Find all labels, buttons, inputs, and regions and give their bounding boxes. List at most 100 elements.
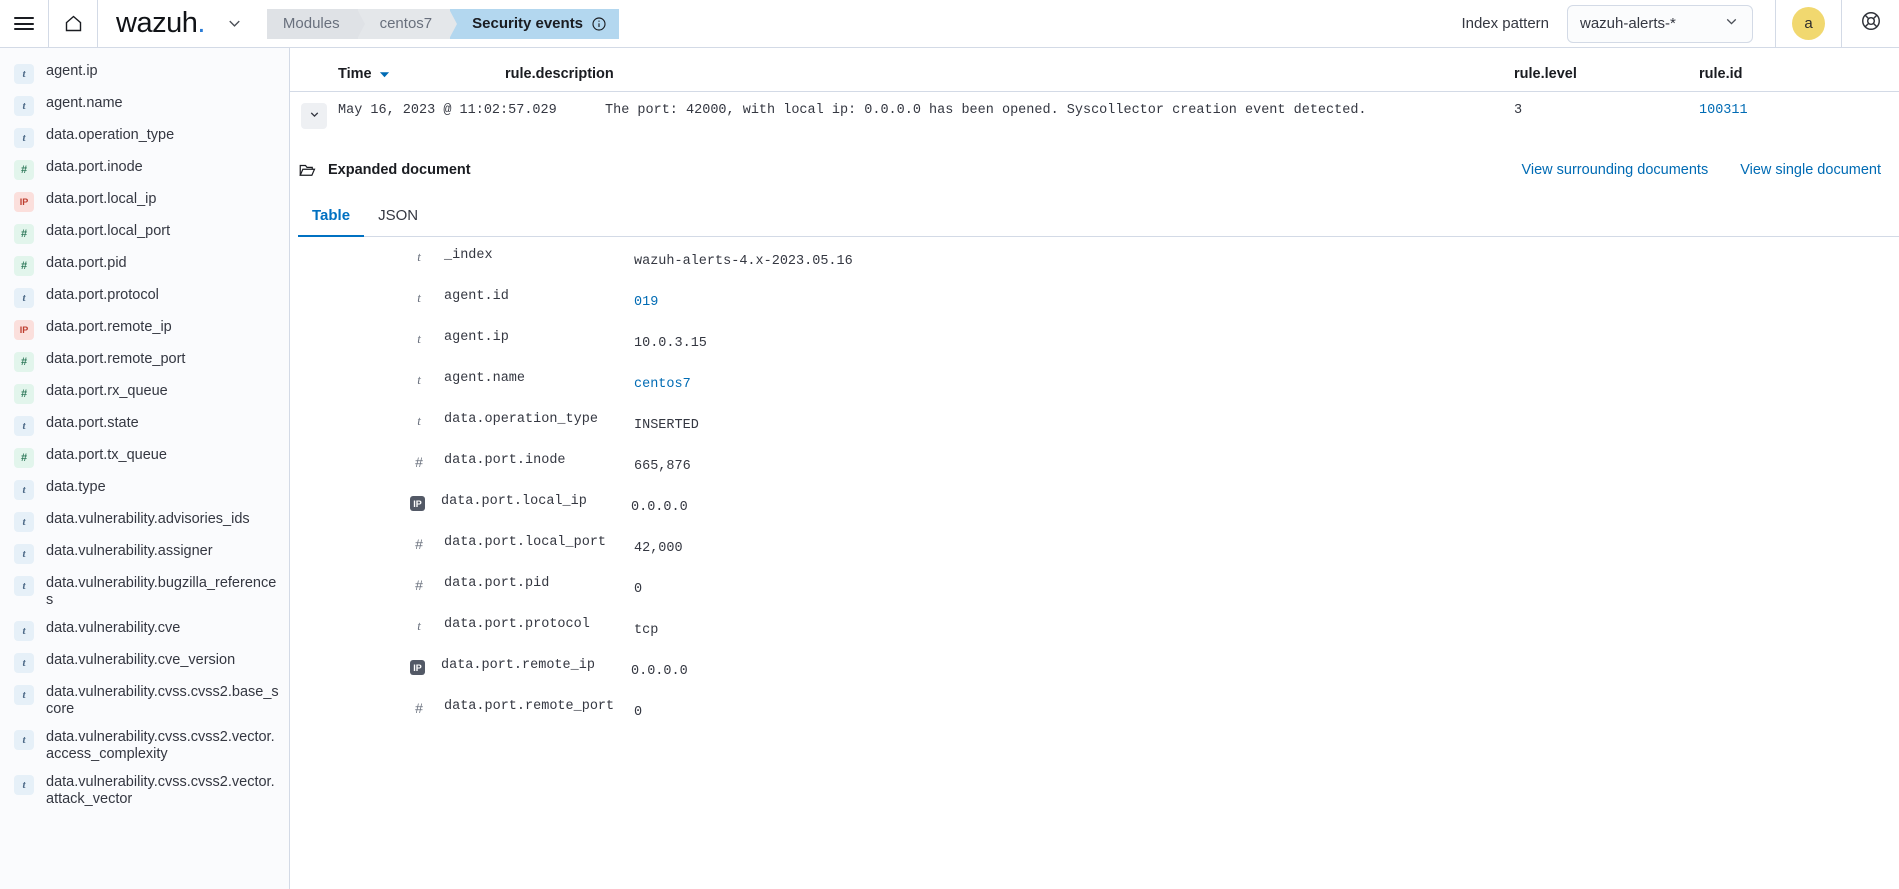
help-button[interactable] <box>1841 0 1899 47</box>
sidebar-field-agent-ip[interactable]: t agent.ip <box>0 57 289 89</box>
document-field-value[interactable]: 019 <box>634 286 658 310</box>
sidebar-field-data-port-protocol[interactable]: t data.port.protocol <box>0 281 289 313</box>
field-type-t-icon: t <box>14 63 34 84</box>
cell-rule-level: 3 <box>1514 103 1523 118</box>
info-circle-icon[interactable] <box>591 16 607 32</box>
sidebar-field-data-vulnerability-cve[interactable]: t data.vulnerability.cve <box>0 614 289 646</box>
breadcrumb-item-centos7[interactable]: centos7 <box>357 8 457 39</box>
sidebar-field-data-vulnerability-cve-version[interactable]: t data.vulnerability.cve_version <box>0 646 289 678</box>
sidebar-field-label: agent.ip <box>46 62 98 79</box>
sidebar-field-data-port-tx-queue[interactable]: # data.port.tx_queue <box>0 441 289 473</box>
sidebar-field-data-vulnerability-assigner[interactable]: t data.vulnerability.assigner <box>0 537 289 569</box>
document-field-key: data.port.local_port <box>444 535 607 550</box>
avatar-initial: a <box>1804 15 1813 32</box>
sidebar-field-label: data.port.state <box>46 414 139 431</box>
field-type-t-icon: t <box>14 95 34 116</box>
breadcrumb: Modules centos7 Security events <box>266 8 620 39</box>
breadcrumb-item-modules[interactable]: Modules <box>266 8 365 39</box>
document-field-row: t data.port.protocol tcp <box>290 614 1899 655</box>
field-list-sidebar[interactable]: t agent.ip t agent.name t data.operation_type… <box>0 48 290 889</box>
sidebar-field-data-vulnerability-cvss-cvss2-vector-attack-vector[interactable]: t data.vulnerability.cvss.cvss2.vector.at… <box>0 768 289 813</box>
document-field-key: _index <box>444 248 493 263</box>
field-type-t-icon: t <box>417 618 421 633</box>
field-type-t-icon: t <box>417 372 421 387</box>
field-type-t-icon: t <box>14 620 34 641</box>
sidebar-field-data-port-remote-ip[interactable]: IP data.port.remote_ip <box>0 313 289 345</box>
sidebar-field-label: data.port.inode <box>46 158 143 175</box>
sidebar-field-label: data.port.rx_queue <box>46 382 168 399</box>
index-pattern-value: wazuh-alerts-* <box>1580 15 1676 32</box>
index-pattern-label: Index pattern <box>1461 15 1549 32</box>
breadcrumb-label: centos7 <box>379 15 433 32</box>
cell-time: May 16, 2023 @ 11:02:57.029 <box>338 103 557 118</box>
menu-button[interactable] <box>0 0 48 47</box>
sidebar-field-data-port-rx-queue[interactable]: # data.port.rx_queue <box>0 377 289 409</box>
field-type-t-icon: t <box>14 511 34 532</box>
sidebar-field-data-port-local-port[interactable]: # data.port.local_port <box>0 217 289 249</box>
document-field-key: agent.id <box>444 289 509 304</box>
document-field-row: t agent.ip 10.0.3.15 <box>290 327 1899 368</box>
sidebar-field-data-port-state[interactable]: t data.port.state <box>0 409 289 441</box>
sidebar-field-data-port-inode[interactable]: # data.port.inode <box>0 153 289 185</box>
lifebuoy-icon <box>1860 10 1882 37</box>
sidebar-field-data-port-pid[interactable]: # data.port.pid <box>0 249 289 281</box>
cell-rule-id[interactable]: 100311 <box>1699 101 1899 129</box>
field-type-n-icon: # <box>415 577 423 593</box>
sidebar-field-data-vulnerability-cvss-cvss2-base-score[interactable]: t data.vulnerability.cvss.cvss2.base_scor… <box>0 678 289 723</box>
view-surrounding-documents-link[interactable]: View surrounding documents <box>1521 162 1708 178</box>
document-field-value[interactable]: centos7 <box>634 368 691 392</box>
field-type-n-icon: # <box>14 447 34 468</box>
sidebar-field-data-operation-type[interactable]: t data.operation_type <box>0 121 289 153</box>
collapse-row-button[interactable] <box>301 103 327 129</box>
document-field-row: # data.port.pid 0 <box>290 573 1899 614</box>
field-type-n-icon: # <box>415 536 423 552</box>
view-single-document-link[interactable]: View single document <box>1740 162 1881 178</box>
field-type-n-icon: # <box>14 255 34 276</box>
field-type-t-icon: t <box>417 249 421 264</box>
sidebar-field-label: data.vulnerability.cve <box>46 619 181 636</box>
sort-descending-caret-icon[interactable] <box>379 69 390 80</box>
document-field-row: t _index wazuh-alerts-4.x-2023.05.16 <box>290 245 1899 286</box>
column-header-time[interactable]: Time <box>290 66 505 82</box>
sidebar-field-label: data.vulnerability.bugzilla_references <box>46 574 277 608</box>
column-header-rule-id[interactable]: rule.id <box>1699 66 1899 82</box>
wazuh-logo[interactable]: wazuh. <box>98 7 215 40</box>
tab-table[interactable]: Table <box>298 201 365 237</box>
sidebar-field-data-vulnerability-advisories-ids[interactable]: t data.vulnerability.advisories_ids <box>0 505 289 537</box>
index-pattern-select[interactable]: wazuh-alerts-* <box>1567 4 1753 43</box>
document-field-row: t data.operation_type INSERTED <box>290 409 1899 450</box>
column-label: Time <box>338 66 372 82</box>
header-right: Index pattern wazuh-alerts-* a <box>1461 0 1899 47</box>
sidebar-field-label: data.operation_type <box>46 126 175 143</box>
expanded-document-header: Expanded document View surrounding docum… <box>298 129 1899 179</box>
field-type-n-icon: # <box>14 159 34 180</box>
sidebar-field-label: data.port.remote_ip <box>46 318 172 335</box>
sidebar-field-label: agent.name <box>46 94 123 111</box>
field-type-t-icon: t <box>14 684 34 705</box>
column-header-rule-description[interactable]: rule.description <box>505 66 1514 82</box>
sidebar-field-agent-name[interactable]: t agent.name <box>0 89 289 121</box>
sidebar-field-label: data.vulnerability.cvss.cvss2.vector.acc… <box>46 728 275 762</box>
sidebar-field-data-type[interactable]: t data.type <box>0 473 289 505</box>
breadcrumb-item-security-events[interactable]: Security events <box>450 8 620 39</box>
document-field-value: 665,876 <box>634 459 691 474</box>
column-header-rule-level[interactable]: rule.level <box>1514 66 1699 82</box>
document-field-key: agent.name <box>444 371 526 386</box>
sidebar-field-label: data.port.pid <box>46 254 127 271</box>
home-button[interactable] <box>49 0 97 47</box>
field-type-t-icon: t <box>417 290 421 305</box>
sidebar-field-data-port-local-ip[interactable]: IP data.port.local_ip <box>0 185 289 217</box>
document-field-value: 0 <box>634 582 643 597</box>
avatar[interactable]: a <box>1792 7 1825 40</box>
sidebar-field-data-port-remote-port[interactable]: # data.port.remote_port <box>0 345 289 377</box>
breadcrumb-label: Modules <box>282 15 340 32</box>
sidebar-field-data-vulnerability-cvss-cvss2-vector-access-complexity[interactable]: t data.vulnerability.cvss.cvss2.vector.ac… <box>0 723 289 768</box>
expand-row-cell <box>290 101 338 129</box>
document-field-row: t agent.id 019 <box>290 286 1899 327</box>
document-field-key: agent.ip <box>444 330 509 345</box>
brand-chevron-down-icon[interactable] <box>215 0 255 47</box>
tab-json[interactable]: JSON <box>364 201 432 237</box>
document-field-key: data.port.local_ip <box>441 494 587 509</box>
sidebar-field-data-vulnerability-bugzilla-references[interactable]: t data.vulnerability.bugzilla_references <box>0 569 289 614</box>
field-type-t-icon: t <box>417 331 421 346</box>
